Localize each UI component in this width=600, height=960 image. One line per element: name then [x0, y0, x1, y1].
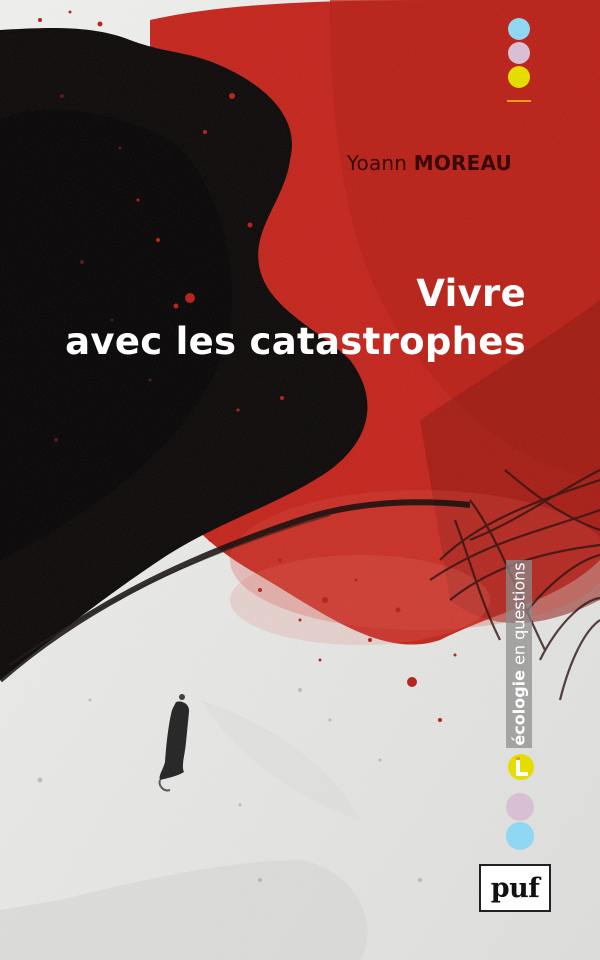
decorative-dot-pink — [508, 42, 530, 64]
author-first-name: Yoann — [346, 151, 408, 175]
author-last-name: MOREAU — [413, 151, 512, 175]
publisher-logo: puf — [479, 864, 551, 912]
series-name-bold: écologie — [509, 670, 529, 746]
publisher-name: puf — [490, 872, 540, 904]
book-title-line-2: avec les catastrophes — [65, 320, 526, 363]
book-title-line-1: Vivre — [416, 272, 526, 315]
decorative-dot-pink-bottom — [506, 793, 534, 821]
series-l-logo-icon — [508, 754, 534, 780]
decorative-dot-light-blue — [508, 18, 530, 40]
series-name: écologie en questions — [510, 562, 529, 745]
accent-line — [507, 100, 531, 102]
decorative-dot-yellow — [508, 66, 530, 88]
author-name: Yoann MOREAU — [347, 151, 512, 175]
book-title: Vivre avec les catastrophes — [6, 270, 526, 366]
book-cover: Yoann MOREAU Vivre avec les catastrophes… — [0, 0, 600, 960]
series-name-rest: en questions — [509, 562, 529, 671]
decorative-dot-light-blue-bottom — [506, 822, 534, 850]
